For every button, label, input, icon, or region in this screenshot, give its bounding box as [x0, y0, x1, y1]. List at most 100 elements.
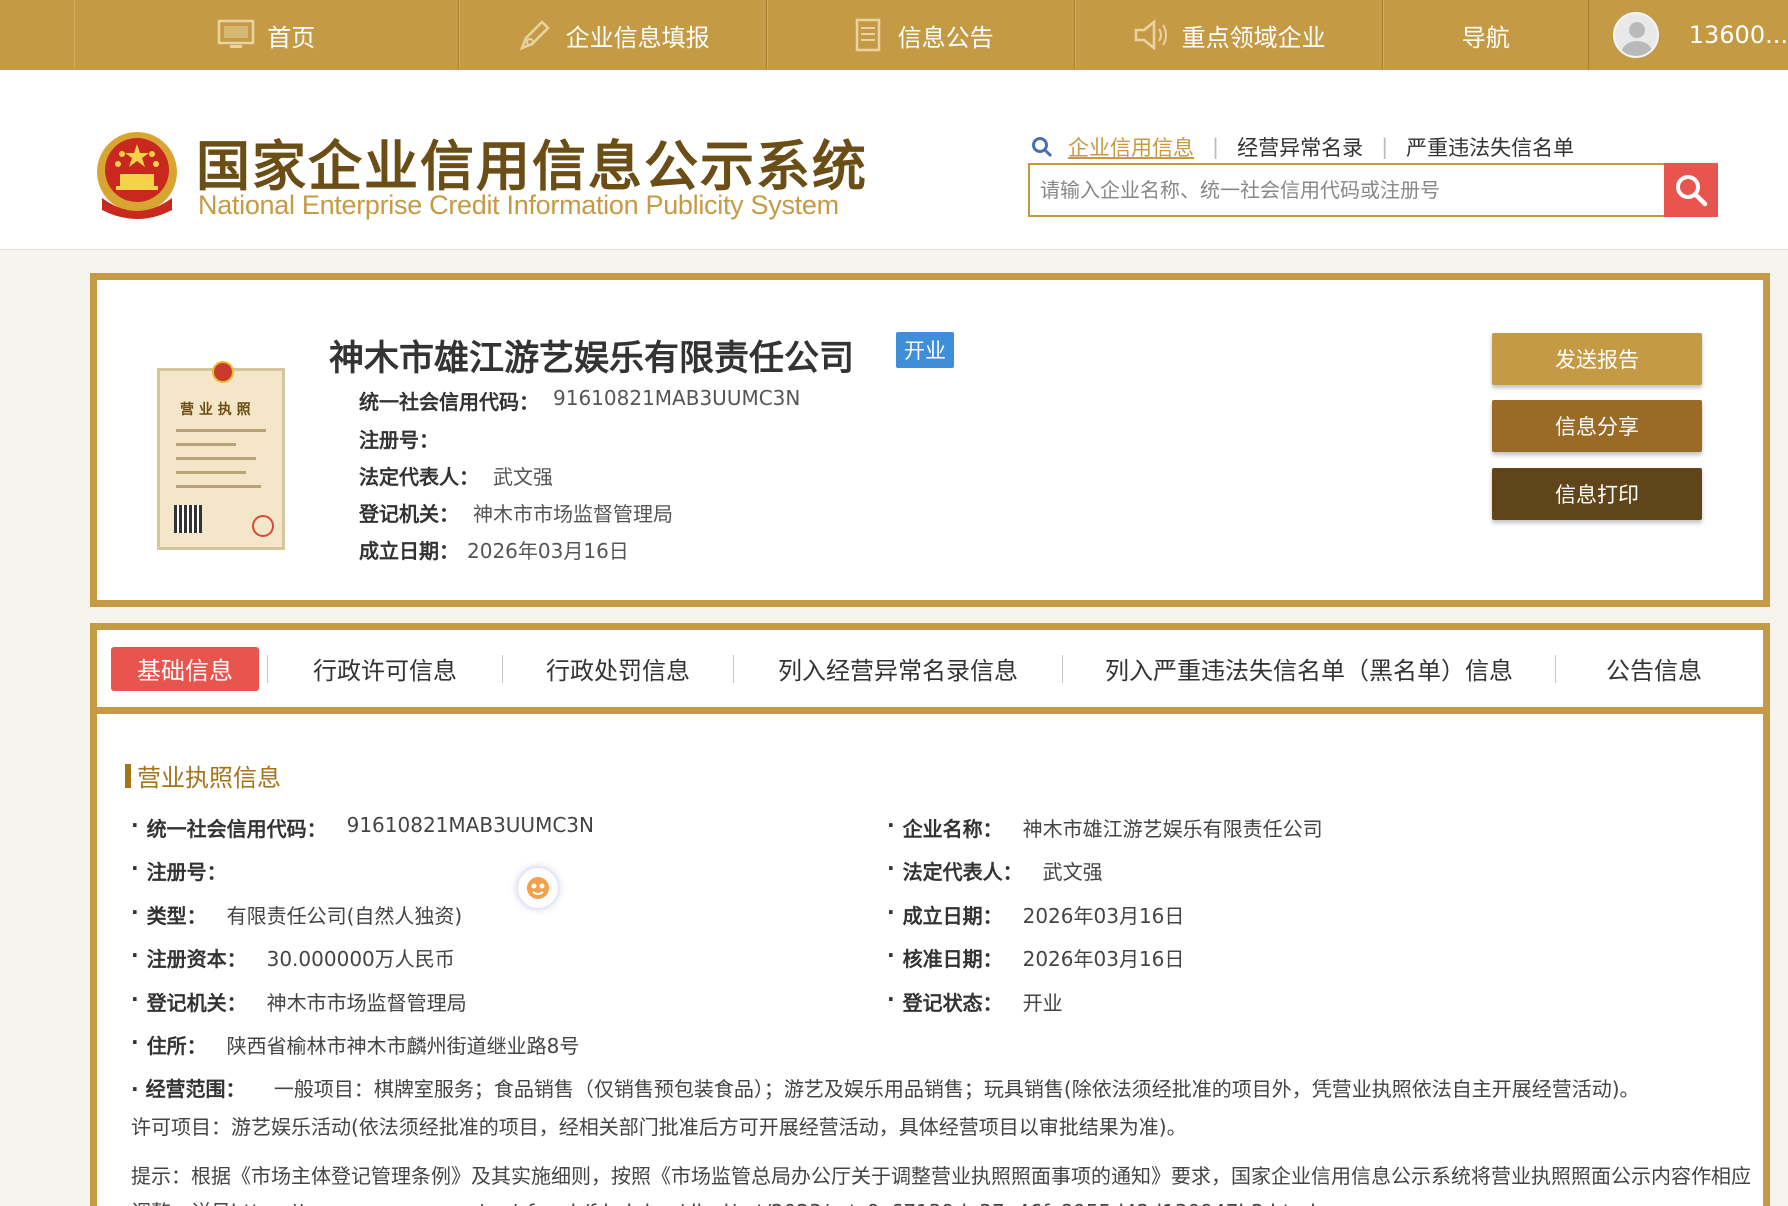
license-line [176, 429, 266, 432]
license-line [176, 471, 246, 474]
nav-guide-label: 导航 [1461, 23, 1510, 52]
section-title-text: 营业执照信息 [137, 764, 281, 792]
nav-home[interactable]: 首页 [74, 0, 459, 70]
detail-panel: 基础信息 行政许可信息 行政处罚信息 列入经营异常名录信息 列入严重违法失信名单… [90, 623, 1770, 1206]
field-value: 神木市市场监督管理局 [266, 991, 467, 1015]
field-value: 开业 [1022, 991, 1063, 1015]
nav-key-enterprise-label: 重点领域企业 [1181, 23, 1326, 52]
field-approved: · 核准日期： 2026年03月16日 [887, 943, 1184, 972]
field-label: 注册号： [359, 428, 439, 452]
qr-code-icon [174, 505, 202, 533]
field-label: 成立日期： [902, 904, 1003, 928]
notice-text: 提示：根据《市场主体登记管理条例》及其实施细则，按照《市场监管总局办公厅关于调整… [131, 1164, 1751, 1206]
field-legal-rep: · 法定代表人： 武文强 [887, 856, 1103, 885]
assistant-icon [527, 877, 549, 899]
link-separator: | [1212, 135, 1220, 159]
print-info-button[interactable]: 信息打印 [1492, 468, 1702, 520]
section-title-bar [125, 763, 131, 788]
field-reg-status: · 登记状态： 开业 [887, 987, 1063, 1016]
company-name: 神木市雄江游艺娱乐有限责任公司 [329, 339, 855, 379]
field-label: 核准日期： [902, 947, 1003, 971]
tab-announcements[interactable]: 公告信息 [1556, 647, 1752, 691]
national-emblem-logo [97, 132, 177, 219]
field-label: 统一社会信用代码： [146, 817, 327, 841]
business-scope-line1: · 经营范围： 一般项目：棋牌室服务；食品销售（仅销售预包装食品）；游艺及娱乐用… [131, 1070, 1751, 1108]
search-box [1028, 163, 1718, 217]
field-value: 有限责任公司(自然人独资) [226, 904, 463, 928]
search-input[interactable] [1030, 165, 1664, 215]
field-value: 91610821MAB3UUMC3N [346, 813, 594, 837]
tab-blacklist[interactable]: 列入严重违法失信名单（黑名单）信息 [1063, 647, 1555, 691]
field-value: 91610821MAB3UUMC3N [553, 386, 801, 410]
company-summary-card: 营 业 执 照 神木市雄江游艺娱乐有限责任公司 开业 统一社会信用代码： 916… [90, 273, 1770, 607]
bullet-icon: · [887, 987, 895, 1011]
nav-key-enterprise[interactable]: 重点领域企业 [1074, 0, 1383, 70]
license-line [176, 443, 236, 446]
link-credit-info[interactable]: 企业信用信息 [1068, 132, 1212, 162]
field-label: 住所： [146, 1034, 207, 1058]
field-value: 2026年03月16日 [1022, 947, 1185, 971]
bullet-icon: · [887, 813, 895, 837]
nav-report[interactable]: 企业信息填报 [458, 0, 767, 70]
field-label: 统一社会信用代码： [359, 390, 539, 414]
field-label: 法定代表人： [359, 465, 479, 489]
field-value: 30.000000万人民币 [266, 947, 455, 971]
bullet-icon: · [131, 813, 139, 837]
search-type-links: 企业信用信息 | 经营异常名录 | 严重违法失信名单 [1030, 132, 1592, 162]
document-icon [855, 18, 880, 52]
field-label: 企业名称： [902, 817, 1003, 841]
bullet-icon: · [131, 1030, 139, 1054]
share-info-button[interactable]: 信息分享 [1492, 400, 1702, 452]
nav-home-label: 首页 [267, 23, 316, 52]
assistant-float-icon[interactable] [518, 868, 558, 908]
user-name: 13600... [1688, 21, 1788, 49]
tab-abnormal-list[interactable]: 列入经营异常名录信息 [734, 647, 1062, 691]
avatar[interactable] [1612, 12, 1659, 58]
nav-notice[interactable]: 信息公告 [766, 0, 1075, 70]
business-license-thumbnail[interactable]: 营 业 执 照 [157, 361, 285, 550]
field-label: 注册号： [146, 860, 227, 884]
seal-icon [252, 515, 274, 537]
top-nav: 首页 企业信息填报 信息公告 重点领域企业 导航 13600... [0, 0, 1788, 70]
search-icon [1676, 175, 1708, 207]
bullet-icon: · [131, 900, 139, 924]
bullet-icon: · [887, 943, 895, 967]
search-icon [1032, 137, 1053, 158]
field-address: · 住所： 陕西省榆林市神木市麟州街道继业路8号 [131, 1030, 579, 1059]
nav-report-label: 企业信息填报 [565, 23, 710, 52]
license-thumb-title: 营 业 执 照 [180, 402, 251, 418]
tab-admin-penalty[interactable]: 行政处罚信息 [503, 647, 733, 691]
field-label: 注册资本： [146, 947, 247, 971]
field-value: 陕西省榆林市神木市麟州街道继业路8号 [226, 1034, 580, 1058]
site-header: 国家企业信用信息公示系统 National Enterprise Credit … [0, 70, 1788, 250]
field-label: · 经营范围： [131, 1077, 246, 1101]
link-abnormal-list[interactable]: 经营异常名录 [1219, 132, 1381, 162]
license-line [176, 457, 256, 460]
field-reg-no: · 注册号： [131, 856, 227, 885]
tab-admin-license[interactable]: 行政许可信息 [268, 647, 502, 691]
field-value: 武文强 [493, 465, 553, 489]
search-button[interactable] [1664, 163, 1718, 217]
summary-field-established: 成立日期： 2026年03月16日 [359, 535, 629, 564]
field-label: 法定代表人： [902, 860, 1023, 884]
field-label: 成立日期： [359, 539, 459, 563]
business-scope-general: 一般项目：棋牌室服务；食品销售（仅销售预包装食品）；游艺及娱乐用品销售；玩具销售… [273, 1077, 1640, 1101]
bullet-icon: · [131, 987, 139, 1011]
summary-field-legal-rep: 法定代表人： 武文强 [359, 461, 553, 490]
send-report-button[interactable]: 发送报告 [1492, 333, 1702, 385]
field-credit-code: · 统一社会信用代码： 91610821MAB3UUMC3N [131, 813, 594, 842]
monitor-icon [218, 19, 255, 48]
license-emblem-icon [212, 361, 234, 383]
user-menu[interactable]: 13600... [1589, 0, 1788, 70]
field-type: · 类型： 有限责任公司(自然人独资) [131, 900, 462, 929]
tab-basic-info[interactable]: 基础信息 [111, 646, 259, 691]
business-scope-label: 经营范围： [145, 1077, 246, 1101]
link-separator: | [1381, 135, 1389, 159]
business-scope-line2: 许可项目：游艺娱乐活动(依法须经批准的项目，经相关部门批准后方可开展经营活动，具… [131, 1115, 1187, 1139]
field-value: 神木市雄江游艺娱乐有限责任公司 [1022, 817, 1323, 841]
link-blacklist[interactable]: 严重违法失信名单 [1388, 132, 1592, 162]
nav-guide[interactable]: 导航 [1382, 0, 1589, 70]
nav-notice-label: 信息公告 [897, 23, 994, 52]
pen-icon [519, 20, 550, 51]
field-established: · 成立日期： 2026年03月16日 [887, 900, 1184, 929]
